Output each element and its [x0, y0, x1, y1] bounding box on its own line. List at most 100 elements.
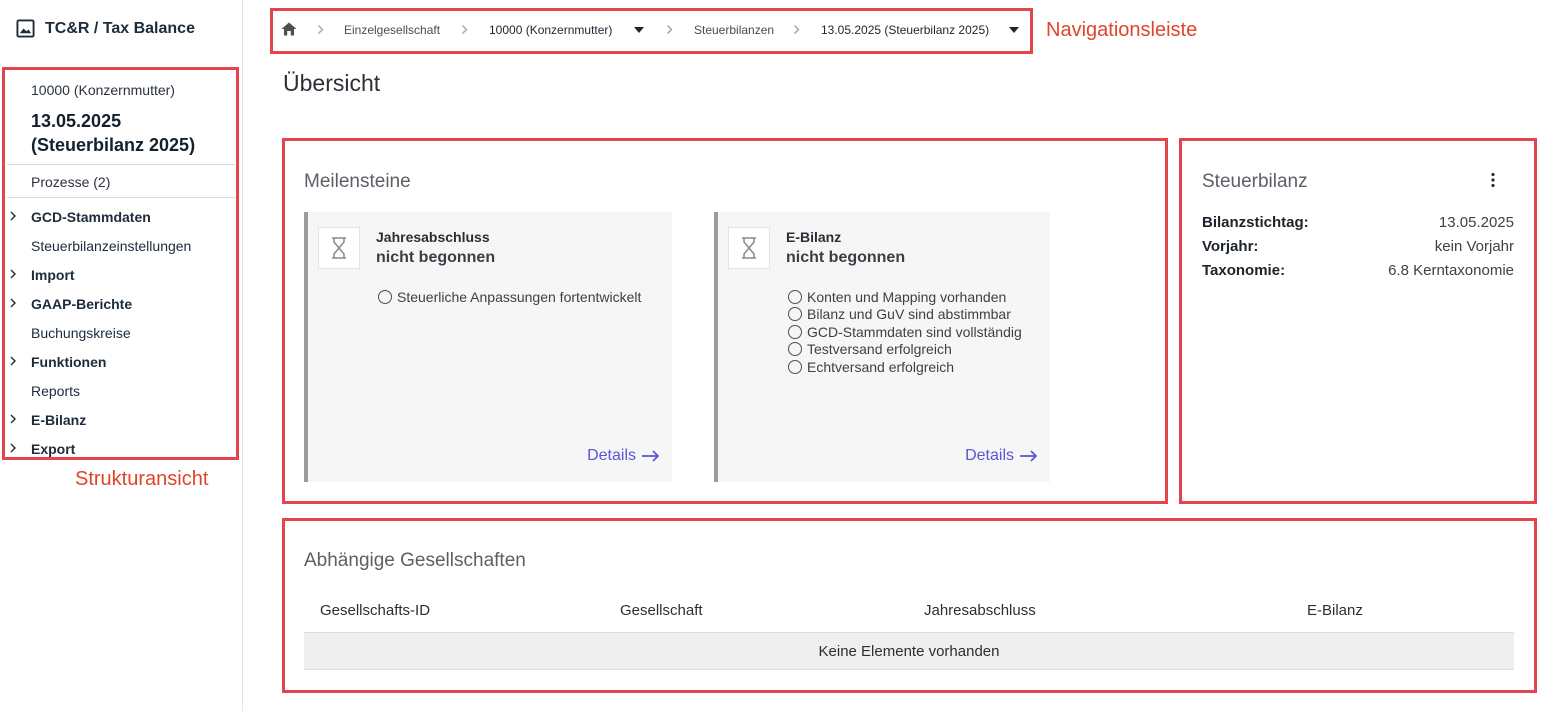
radio-circle-icon: [378, 289, 392, 304]
checklist-item-label: Konten und Mapping vorhanden: [807, 288, 1007, 305]
milestone-checklist: Steuerliche Anpassungen fortentwickelt: [378, 288, 641, 306]
column-header-annual-statement[interactable]: Jahresabschluss: [924, 602, 1036, 619]
tax-balance-row: Bilanzstichtag: 13.05.2025: [1202, 214, 1514, 234]
details-link[interactable]: Details: [587, 447, 660, 465]
sidebar-item-steuerbilanzeinstellungen[interactable]: Steuerbilanzeinstellungen: [7, 230, 237, 259]
breadcrumb-item-steuerbilanzen[interactable]: Steuerbilanzen: [694, 23, 774, 37]
breadcrumb-item-einzelgesellschaft[interactable]: Einzelgesellschaft: [344, 23, 440, 37]
sidebar-item-buchungskreise[interactable]: Buchungskreise: [7, 317, 237, 346]
tax-balance-row: Taxonomie: 6.8 Kerntaxonomie: [1202, 262, 1514, 282]
row-key: Taxonomie:: [1202, 262, 1286, 279]
chevron-right-icon: [462, 25, 468, 34]
sidebar-item-label: GAAP-Berichte: [31, 296, 133, 312]
sidebar-item-export[interactable]: Export: [7, 433, 237, 462]
chevron-right-icon: [10, 443, 16, 453]
details-label: Details: [965, 447, 1014, 464]
radio-circle-icon: [788, 324, 802, 339]
checklist-item-label: Echtversand erfolgreich: [807, 358, 955, 375]
dependent-companies-title: Abhängige Gesellschaften: [304, 550, 526, 571]
milestone-checklist: Konten und Mapping vorhanden Bilanz und …: [788, 288, 1022, 376]
tax-balance-row: Vorjahr: kein Vorjahr: [1202, 238, 1514, 258]
tree-processes[interactable]: Prozesse (2): [7, 165, 237, 197]
checklist-item: Testversand erfolgreich: [788, 341, 1022, 359]
milestone-status: nicht begonnen: [786, 249, 906, 266]
column-header-company-id[interactable]: Gesellschafts-ID: [320, 602, 430, 619]
milestone-jahresabschluss: Jahresabschluss nicht begonnen Steuerlic…: [304, 212, 672, 482]
row-value: kein Vorjahr: [1434, 238, 1514, 255]
page-title: Übersicht: [283, 70, 381, 96]
tree-balance-date: 13.05.2025: [31, 111, 122, 131]
sidebar-item-label: Buchungskreise: [31, 325, 131, 341]
milestone-name: Jahresabschluss: [376, 229, 490, 245]
sidebar-item-label: Import: [31, 267, 75, 283]
sidebar-item-import[interactable]: Import: [7, 259, 237, 288]
checklist-item-label: Steuerliche Anpassungen fortentwickelt: [397, 288, 642, 305]
details-label: Details: [587, 447, 636, 464]
radio-circle-icon: [788, 342, 802, 357]
tree-balance-name: (Steuerbilanz 2025): [31, 135, 196, 155]
milestone-e-bilanz: E-Bilanz nicht begonnen Konten und Mappi…: [714, 212, 1050, 482]
arrow-right-icon: [1020, 450, 1038, 462]
hourglass-icon: [318, 227, 360, 269]
app-title[interactable]: TC&R / Tax Balance: [16, 19, 195, 38]
sidebar-item-label: Steuerbilanzeinstellungen: [31, 238, 192, 254]
row-key: Vorjahr:: [1202, 238, 1259, 255]
tax-balance-title: Steuerbilanz: [1202, 171, 1308, 192]
caret-down-icon[interactable]: [1009, 27, 1019, 33]
milestone-status: nicht begonnen: [376, 249, 496, 266]
row-value: 13.05.2025: [1438, 214, 1514, 231]
chevron-right-icon: [794, 25, 800, 34]
chevron-right-icon: [10, 298, 16, 308]
chevron-right-icon: [10, 414, 16, 424]
radio-circle-icon: [788, 307, 802, 322]
sidebar-item-reports[interactable]: Reports: [7, 375, 237, 404]
milestones-title: Meilensteine: [304, 171, 411, 192]
column-header-e-bilanz[interactable]: E-Bilanz: [1307, 602, 1363, 619]
radio-circle-icon: [788, 289, 802, 304]
arrow-right-icon: [642, 450, 660, 462]
tree-company[interactable]: 10000 (Konzernmutter): [7, 70, 237, 104]
hourglass-icon: [728, 227, 770, 269]
chevron-right-icon: [10, 269, 16, 279]
checklist-item: Steuerliche Anpassungen fortentwickelt: [378, 288, 641, 306]
table-empty-row: Keine Elemente vorhanden: [304, 632, 1514, 670]
sidebar-item-label: Reports: [31, 383, 81, 399]
sidebar: TC&R / Tax Balance 10000 (Konzernmutter)…: [0, 0, 243, 711]
checklist-item-label: GCD-Stammdaten sind vollständig: [807, 323, 1022, 340]
home-icon[interactable]: [281, 22, 297, 36]
annotation-structure-view: Strukturansicht: [75, 468, 209, 490]
checklist-item: Konten und Mapping vorhanden: [788, 288, 1022, 306]
breadcrumb-item-balance[interactable]: 13.05.2025 (Steuerbilanz 2025): [821, 23, 989, 37]
checklist-item: Bilanz und GuV sind abstimmbar: [788, 306, 1022, 324]
divider: [7, 197, 235, 198]
checklist-item: Echtversand erfolgreich: [788, 358, 1022, 376]
row-value: 6.8 Kerntaxonomie: [1388, 262, 1514, 279]
app-title-text: TC&R / Tax Balance: [45, 19, 195, 37]
chevron-right-icon: [10, 356, 16, 366]
annotation-navigation-bar: Navigationsleiste: [1046, 19, 1198, 41]
sidebar-item-funktionen[interactable]: Funktionen: [7, 346, 237, 375]
sidebar-item-gcd-stammdaten[interactable]: GCD-Stammdaten: [7, 201, 237, 230]
chevron-right-icon: [10, 211, 16, 221]
kebab-menu-icon[interactable]: [1487, 172, 1499, 188]
sidebar-item-gaap-berichte[interactable]: GAAP-Berichte: [7, 288, 237, 317]
chevron-right-icon: [667, 25, 673, 34]
structure-tree: 10000 (Konzernmutter) 13.05.2025 (Steuer…: [2, 67, 239, 460]
tree-balance-title: 13.05.2025 (Steuerbilanz 2025): [7, 104, 237, 164]
breadcrumb-item-company[interactable]: 10000 (Konzernmutter): [489, 23, 612, 37]
column-header-company[interactable]: Gesellschaft: [620, 602, 703, 619]
row-key: Bilanzstichtag:: [1202, 214, 1309, 231]
checklist-item-label: Testversand erfolgreich: [807, 341, 952, 358]
checklist-item-label: Bilanz und GuV sind abstimmbar: [807, 306, 1011, 323]
sidebar-item-label: Export: [31, 441, 76, 457]
caret-down-icon[interactable]: [634, 27, 644, 33]
milestone-name: E-Bilanz: [786, 229, 842, 245]
sidebar-item-label: E-Bilanz: [31, 412, 87, 428]
sidebar-item-label: Funktionen: [31, 354, 107, 370]
radio-circle-icon: [788, 359, 802, 374]
sidebar-item-e-bilanz[interactable]: E-Bilanz: [7, 404, 237, 433]
image-icon: [16, 19, 35, 38]
chevron-right-icon: [318, 25, 324, 34]
details-link[interactable]: Details: [965, 447, 1038, 465]
checklist-item: GCD-Stammdaten sind vollständig: [788, 323, 1022, 341]
